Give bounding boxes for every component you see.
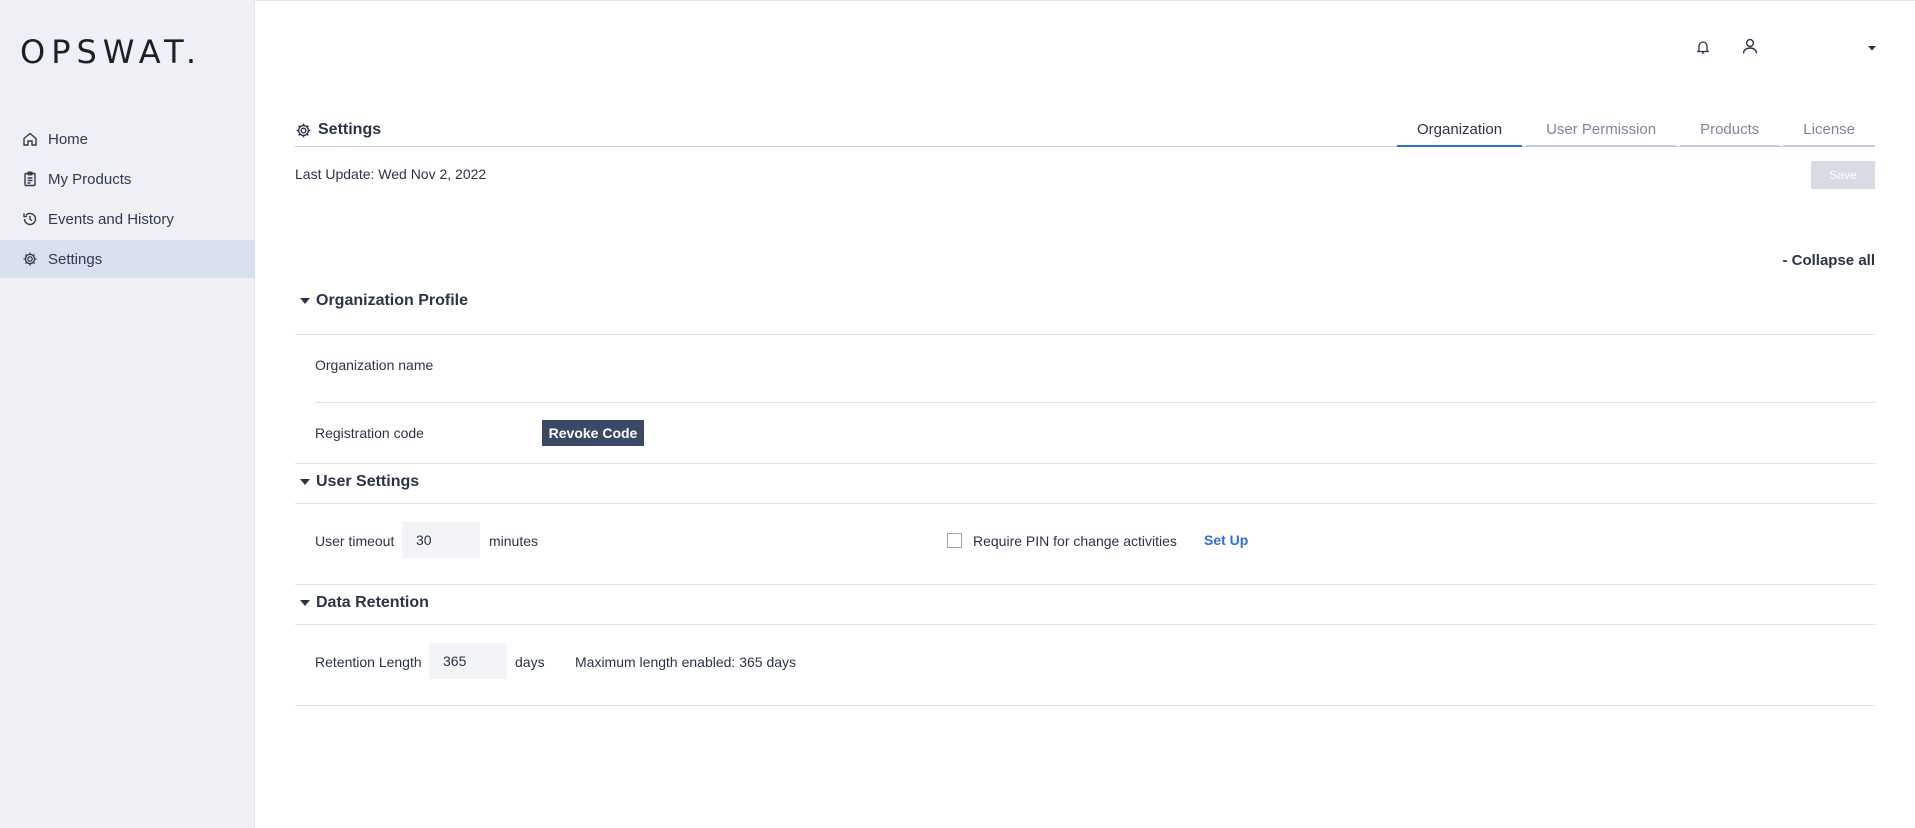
sidebar: OPSWAT. Home My Products Events and Hist…	[0, 0, 255, 828]
sidebar-item-label: Settings	[48, 250, 103, 268]
divider	[295, 334, 1875, 335]
sidebar-item-events-history[interactable]: Events and History	[0, 200, 255, 238]
home-icon	[22, 131, 38, 147]
retention-length-label: Retention Length	[315, 654, 422, 670]
section-data-retention[interactable]: Data Retention	[295, 594, 1875, 612]
section-title: Organization Profile	[316, 292, 469, 309]
timeout-unit: minutes	[489, 533, 539, 549]
divider	[295, 584, 1875, 585]
sidebar-item-label: Home	[48, 130, 89, 148]
divider	[315, 402, 1875, 403]
retention-unit: days	[515, 654, 545, 670]
page-title-text: Settings	[318, 121, 382, 138]
history-icon	[22, 211, 38, 227]
sidebar-item-label: Events and History	[48, 210, 174, 228]
org-name-label: Organization name	[315, 357, 434, 373]
chevron-down-icon[interactable]	[1862, 38, 1882, 58]
save-button[interactable]: Save	[1811, 161, 1875, 189]
divider	[295, 463, 1875, 464]
sidebar-item-home[interactable]: Home	[0, 120, 255, 158]
tab-user-permission[interactable]: User Permission	[1526, 118, 1677, 147]
tab-products[interactable]: Products	[1680, 118, 1780, 147]
setup-pin-link[interactable]: Set Up	[1204, 532, 1248, 548]
user-timeout-label: User timeout	[315, 533, 395, 549]
revoke-code-button[interactable]: Revoke Code	[542, 420, 644, 446]
max-length-note: Maximum length enabled: 365 days	[575, 654, 797, 670]
gear-icon	[22, 251, 38, 267]
divider	[295, 624, 1875, 625]
sidebar-nav: Home My Products Events and History Sett…	[0, 120, 255, 280]
page-header: Settings Organization User Permission Pr…	[295, 118, 1875, 147]
registration-code-label: Registration code	[315, 425, 424, 441]
triangle-down-icon	[300, 298, 310, 304]
triangle-down-icon	[300, 479, 310, 485]
sidebar-item-my-products[interactable]: My Products	[0, 160, 255, 198]
opswat-logo[interactable]: OPSWAT.	[20, 33, 202, 71]
section-title: User Settings	[316, 473, 420, 490]
last-update-text: Last Update: Wed Nov 2, 2022	[295, 166, 487, 182]
require-pin-checkbox[interactable]	[947, 533, 962, 548]
top-border	[255, 0, 1915, 1]
tab-license[interactable]: License	[1783, 118, 1875, 147]
sidebar-item-settings[interactable]: Settings	[0, 240, 255, 278]
tab-organization[interactable]: Organization	[1397, 118, 1523, 147]
collapse-all-link[interactable]: - Collapse all	[1782, 252, 1875, 269]
page-title: Settings	[295, 121, 381, 139]
user-timeout-input[interactable]	[402, 522, 480, 558]
triangle-down-icon	[300, 600, 310, 606]
tab-bar: Organization User Permission Products Li…	[1393, 118, 1875, 147]
sidebar-item-label: My Products	[48, 170, 132, 188]
retention-length-input[interactable]	[429, 643, 507, 679]
section-title: Data Retention	[316, 594, 429, 611]
divider	[295, 503, 1875, 504]
user-icon[interactable]	[1740, 36, 1760, 56]
bell-icon[interactable]	[1693, 37, 1713, 57]
section-user-settings[interactable]: User Settings	[295, 473, 1875, 491]
require-pin-label: Require PIN for change activities	[973, 533, 1177, 549]
divider	[295, 705, 1875, 706]
gear-icon	[296, 123, 311, 137]
clipboard-icon	[22, 171, 38, 187]
section-organization-profile[interactable]: Organization Profile	[295, 292, 1875, 310]
